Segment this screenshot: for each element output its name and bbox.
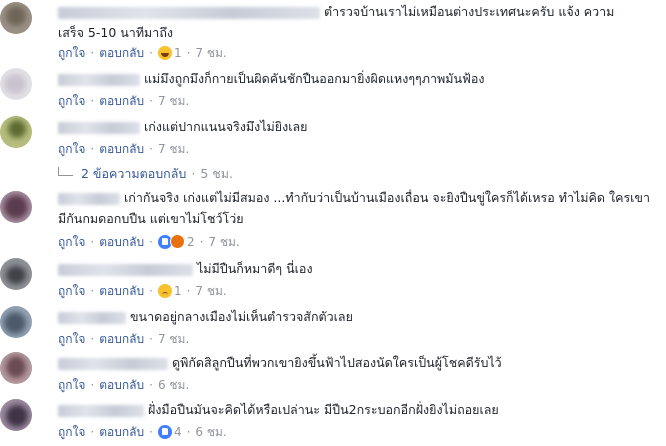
reaction-count[interactable]: 1 bbox=[174, 46, 182, 60]
angry-reaction-icon[interactable] bbox=[169, 234, 185, 249]
reply-arrow-icon bbox=[58, 167, 73, 176]
comment-text: ขนาดอยู่กลางเมืองไม่เห็นตำรวจสักตัวเลย bbox=[130, 309, 353, 324]
like-button[interactable]: ถูกใจ bbox=[58, 46, 85, 60]
commenter-name[interactable] bbox=[58, 311, 126, 324]
reply-button[interactable]: ตอบกลับ bbox=[99, 332, 144, 346]
avatar[interactable] bbox=[0, 306, 32, 338]
comment-text: เก่งแต่ปากแนนจริงมึงไม่ยิงเลย bbox=[144, 119, 308, 134]
commenter-name[interactable] bbox=[58, 404, 144, 417]
like-button[interactable]: ถูกใจ bbox=[58, 94, 85, 108]
sad-reaction-icon[interactable] bbox=[157, 284, 172, 298]
commenter-name[interactable] bbox=[58, 263, 193, 276]
reaction-count[interactable]: 2 bbox=[187, 235, 195, 249]
avatar[interactable] bbox=[0, 258, 32, 290]
replies-time: 5 ชม. bbox=[200, 166, 233, 181]
comment-time[interactable]: 7 ชม. bbox=[195, 284, 226, 298]
commenter-name[interactable] bbox=[58, 73, 140, 86]
commenter-name[interactable] bbox=[58, 6, 320, 19]
reaction-count[interactable]: 1 bbox=[174, 284, 182, 298]
comment-text: เก่ากันจริง เก่งแต่ไม่มีสมอง ...ทำกับว่า… bbox=[124, 190, 650, 205]
comment-time[interactable]: 6 ชม. bbox=[158, 378, 189, 392]
commenter-name[interactable] bbox=[58, 192, 120, 205]
comment-time[interactable]: 6 ชม. bbox=[195, 425, 226, 439]
comment-text-line2: เสร็จ 5-10 นาทีมาถึง bbox=[58, 25, 173, 40]
avatar[interactable] bbox=[0, 116, 32, 148]
reply-button[interactable]: ตอบกลับ bbox=[99, 142, 144, 156]
comment-time[interactable]: 7 ชม. bbox=[208, 235, 239, 249]
comment-time[interactable]: 7 ชม. bbox=[158, 332, 189, 346]
comment-time[interactable]: 7 ชม. bbox=[158, 142, 189, 156]
avatar[interactable] bbox=[0, 68, 32, 100]
reply-button[interactable]: ตอบกลับ bbox=[99, 425, 144, 439]
comment-time[interactable]: 7 ชม. bbox=[195, 46, 226, 60]
like-button[interactable]: ถูกใจ bbox=[58, 425, 85, 439]
comment-text-line2: มีกันกมดอกบปืน แต่เขาไม่โชว์โว่ย bbox=[58, 211, 244, 226]
view-replies-link[interactable]: 2 ข้อความตอบกลับ · 5 ชม. bbox=[58, 164, 233, 184]
comment-text: ฝั่งมือปืนมันจะคิดได้หรือเปล่านะ มีปืน2ก… bbox=[148, 402, 499, 417]
commenter-name[interactable] bbox=[58, 357, 168, 370]
avatar[interactable] bbox=[0, 2, 32, 34]
comment-text: ดูพิกัดสิลูกปืนที่พวกเขายิงขึ้นฟ้าไปสองน… bbox=[172, 355, 502, 370]
reply-button[interactable]: ตอบกลับ bbox=[99, 284, 144, 298]
like-button[interactable]: ถูกใจ bbox=[58, 284, 85, 298]
haha-reaction-icon[interactable] bbox=[157, 46, 172, 60]
commenter-name[interactable] bbox=[58, 121, 140, 134]
like-button[interactable]: ถูกใจ bbox=[58, 235, 85, 249]
avatar[interactable] bbox=[0, 191, 32, 223]
comment-text: ตำรวจบ้านเราไม่เหมือนต่างประเทศนะครับ แจ… bbox=[324, 4, 615, 19]
comment-text: แม่มึงถูกมึงก็กายเป็นผิดคันชักปืนออกมายิ… bbox=[144, 71, 485, 86]
reply-button[interactable]: ตอบกลับ bbox=[99, 378, 144, 392]
like-button[interactable]: ถูกใจ bbox=[58, 142, 85, 156]
reply-button[interactable]: ตอบกลับ bbox=[99, 46, 144, 60]
avatar[interactable] bbox=[0, 352, 32, 384]
like-button[interactable]: ถูกใจ bbox=[58, 332, 85, 346]
reply-button[interactable]: ตอบกลับ bbox=[99, 235, 144, 249]
comment-time[interactable]: 7 ชม. bbox=[158, 94, 189, 108]
avatar[interactable] bbox=[0, 399, 32, 431]
like-button[interactable]: ถูกใจ bbox=[58, 378, 85, 392]
reply-button[interactable]: ตอบกลับ bbox=[99, 94, 144, 108]
comment-text: ไม่มีปืนก็หมาดีๆ นี่เอง bbox=[197, 261, 313, 276]
reaction-count[interactable]: 4 bbox=[174, 425, 182, 439]
like-reaction-icon[interactable] bbox=[157, 425, 172, 439]
replies-count-label[interactable]: 2 ข้อความตอบกลับ bbox=[81, 166, 186, 181]
